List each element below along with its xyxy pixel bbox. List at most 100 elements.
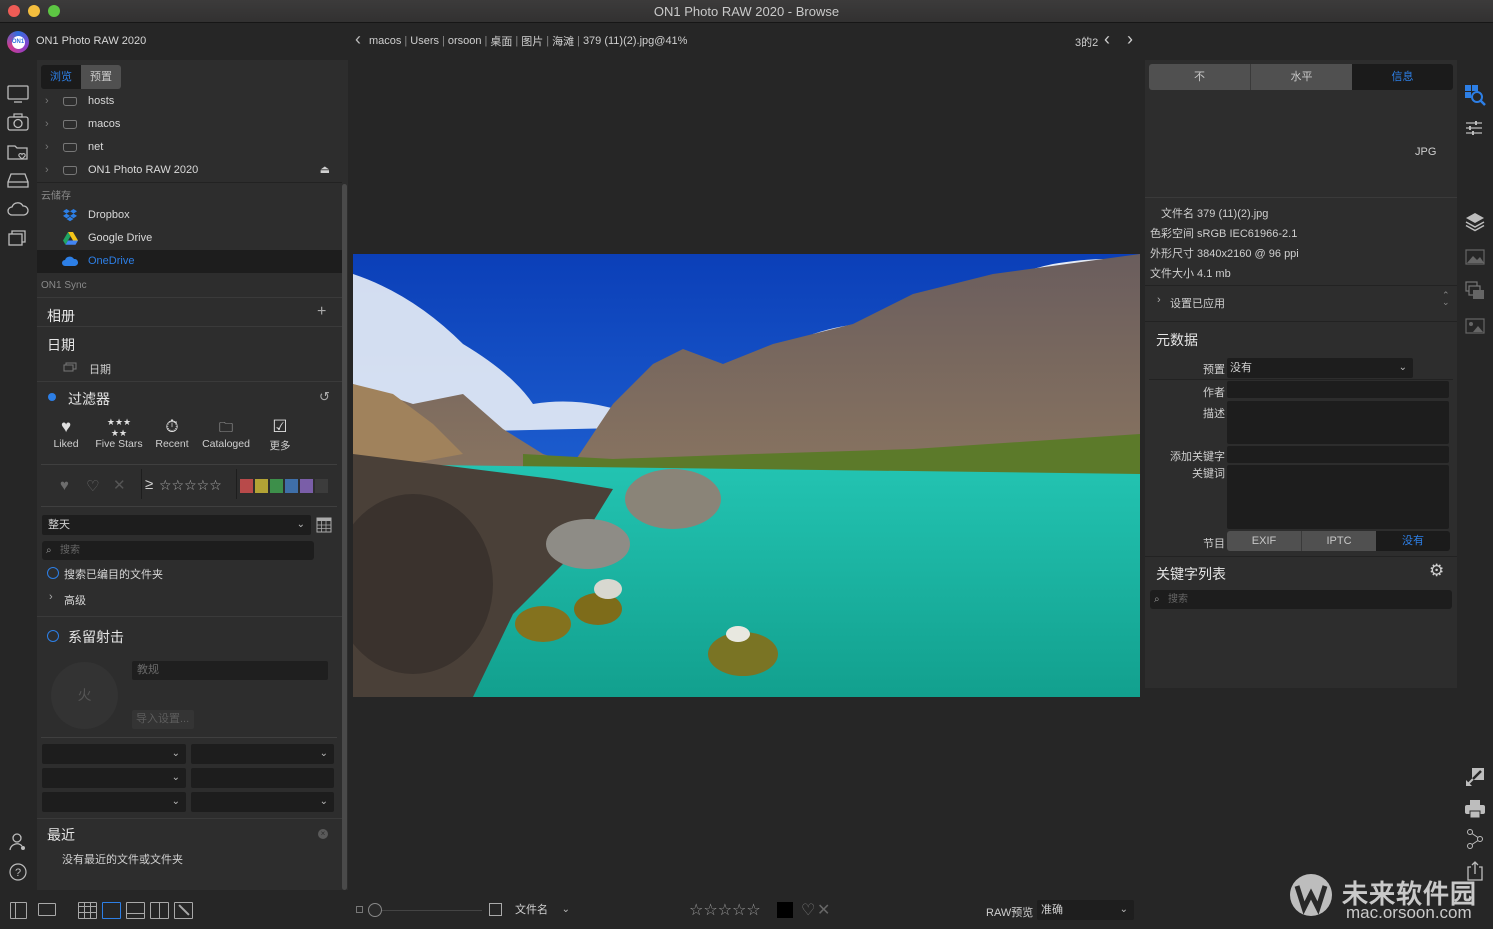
filter-liked-button[interactable]: ♥ Liked	[49, 416, 83, 450]
description-textarea[interactable]	[1227, 401, 1449, 444]
help-icon[interactable]: ?	[7, 862, 29, 882]
color-label-swatch[interactable]	[255, 479, 268, 493]
tether-setting-dropdown[interactable]: ⌄	[42, 768, 186, 788]
keyword-search-input[interactable]: ⌕ 搜索	[1150, 590, 1452, 609]
maximize-window-button[interactable]	[48, 5, 60, 17]
tether-setting-field[interactable]	[191, 768, 334, 788]
thumbnail-size-slider[interactable]	[382, 910, 482, 911]
add-keyword-input[interactable]	[1227, 446, 1449, 463]
breadcrumb-item[interactable]: 桌面	[490, 33, 512, 49]
breadcrumb-item[interactable]: macos	[369, 35, 401, 47]
tether-setting-dropdown[interactable]: ⌄	[191, 792, 334, 812]
reset-filters-icon[interactable]: ↺	[319, 389, 330, 405]
color-label-swatch[interactable]	[285, 479, 298, 493]
filter-more-button[interactable]: ☑ 更多	[265, 416, 295, 453]
filter-five-stars-button[interactable]: ★★★ ★★ Five Stars	[93, 416, 145, 450]
metadata-preset-dropdown[interactable]: 没有 ⌄	[1227, 358, 1413, 378]
tethered-enable-radio[interactable]	[47, 630, 59, 642]
effects-stack-icon[interactable]	[1464, 280, 1486, 302]
unflagged-heart-icon[interactable]: ♡	[86, 477, 99, 495]
metadata-header[interactable]: 元数据	[1156, 330, 1461, 350]
tab-none[interactable]: 不	[1149, 64, 1251, 90]
color-label-swatch[interactable]	[270, 479, 283, 493]
breadcrumb-item[interactable]: Users	[410, 35, 439, 47]
gear-icon[interactable]: ⚙	[1429, 561, 1444, 581]
tether-preset-input[interactable]: 教规	[132, 661, 328, 680]
chevron-right-icon[interactable]: ›	[1157, 294, 1161, 306]
filter-recent-button[interactable]: ⏱ Recent	[153, 416, 191, 450]
next-image-icon[interactable]: ›	[1127, 29, 1133, 50]
drive-icon[interactable]	[7, 170, 29, 190]
tethered-shooting-header[interactable]: 系留射击	[68, 627, 373, 647]
albums-header[interactable]: 相册	[47, 306, 352, 326]
portrait-photos-icon[interactable]	[1464, 315, 1486, 337]
calendar-icon[interactable]	[316, 517, 332, 533]
tab-horizontal[interactable]: 水平	[1251, 64, 1352, 90]
rating-stars-filter[interactable]: ☆☆☆☆☆	[159, 477, 222, 494]
account-settings-icon[interactable]	[7, 832, 29, 852]
tether-setting-dropdown[interactable]: ⌄	[42, 744, 186, 764]
develop-sliders-icon[interactable]	[1464, 118, 1486, 140]
resize-image-icon[interactable]	[1464, 246, 1486, 268]
drive-item[interactable]: › ON1 Photo RAW 2020 ⏏	[37, 159, 342, 182]
fire-shutter-button[interactable]: 火	[51, 662, 118, 729]
search-cataloged-radio[interactable]	[47, 567, 59, 579]
keywords-textarea[interactable]	[1227, 465, 1449, 529]
filter-enabled-dot[interactable]	[48, 393, 56, 401]
date-item[interactable]: 日期	[89, 361, 111, 377]
tab-browse[interactable]: 浏览	[41, 65, 81, 89]
raw-preview-dropdown[interactable]: 准确 ⌄	[1037, 900, 1134, 920]
liked-flag-icon[interactable]: ♥	[60, 477, 69, 494]
filter-search-input[interactable]: ⌕ 搜索	[42, 541, 314, 560]
monitor-icon[interactable]	[7, 84, 29, 104]
sort-by-dropdown[interactable]: 文件名 ⌄	[509, 900, 576, 920]
compare-view-icon[interactable]	[150, 902, 169, 919]
folder-heart-icon[interactable]	[7, 142, 29, 162]
map-view-icon[interactable]	[174, 902, 193, 919]
tab-info[interactable]: 信息	[1352, 64, 1453, 90]
star-rating-control[interactable]: ☆☆☆☆☆	[689, 900, 761, 920]
dates-header[interactable]: 日期	[47, 335, 352, 355]
tether-setting-dropdown[interactable]: ⌄	[42, 792, 186, 812]
recent-header[interactable]: 最近	[47, 825, 352, 845]
color-label-swatch[interactable]	[240, 479, 253, 493]
cloud-item-google-drive[interactable]: Google Drive	[37, 227, 342, 250]
drive-item[interactable]: › macos	[37, 113, 342, 136]
clear-recent-icon[interactable]: ×	[318, 829, 328, 839]
second-display-icon[interactable]	[38, 903, 56, 916]
filter-cataloged-button[interactable]: 🗀 Cataloged	[199, 416, 253, 450]
reject-x-icon[interactable]: ✕	[817, 900, 830, 920]
filmstrip-view-icon[interactable]	[126, 902, 145, 919]
settings-applied-toggle[interactable]: 设置已应用	[1170, 295, 1225, 311]
drive-item[interactable]: › hosts	[37, 90, 342, 113]
chevron-right-icon[interactable]: ›	[49, 591, 53, 603]
tab-presets[interactable]: 预置	[81, 65, 121, 89]
breadcrumb-item[interactable]: orsoon	[448, 35, 482, 47]
chevron-right-icon[interactable]: ›	[45, 90, 49, 113]
detail-view-icon[interactable]	[102, 902, 121, 919]
print-icon[interactable]	[1464, 798, 1486, 820]
advanced-toggle[interactable]: 高级	[64, 592, 86, 608]
cloud-icon[interactable]	[7, 199, 29, 219]
back-chevron-icon[interactable]: ‹	[355, 29, 361, 50]
cloud-item-onedrive[interactable]: OneDrive	[37, 250, 342, 273]
albums-icon[interactable]	[7, 227, 29, 247]
previous-image-icon[interactable]: ‹	[1104, 29, 1110, 50]
color-label-swatch[interactable]	[300, 479, 313, 493]
left-panel-scrollbar[interactable]	[342, 184, 347, 890]
layers-icon[interactable]	[1464, 210, 1486, 232]
thumbnail-size-slider-handle[interactable]	[368, 903, 382, 917]
tether-setting-dropdown[interactable]: ⌄	[191, 744, 334, 764]
close-window-button[interactable]	[8, 5, 20, 17]
color-label-swatch[interactable]	[315, 479, 328, 493]
chevron-right-icon[interactable]: ›	[45, 136, 49, 159]
tab-none-metadata[interactable]: 没有	[1376, 531, 1450, 551]
camera-icon[interactable]	[7, 112, 29, 132]
share-icon[interactable]	[1464, 828, 1486, 850]
eject-icon[interactable]: ⏏	[320, 159, 330, 182]
keyword-list-header[interactable]: 关键字列表	[1156, 564, 1461, 584]
chevron-right-icon[interactable]: ›	[45, 159, 49, 182]
expand-icon[interactable]	[1464, 766, 1486, 788]
chevron-right-icon[interactable]: ›	[45, 113, 49, 136]
toggle-panel-icon[interactable]	[10, 902, 27, 919]
